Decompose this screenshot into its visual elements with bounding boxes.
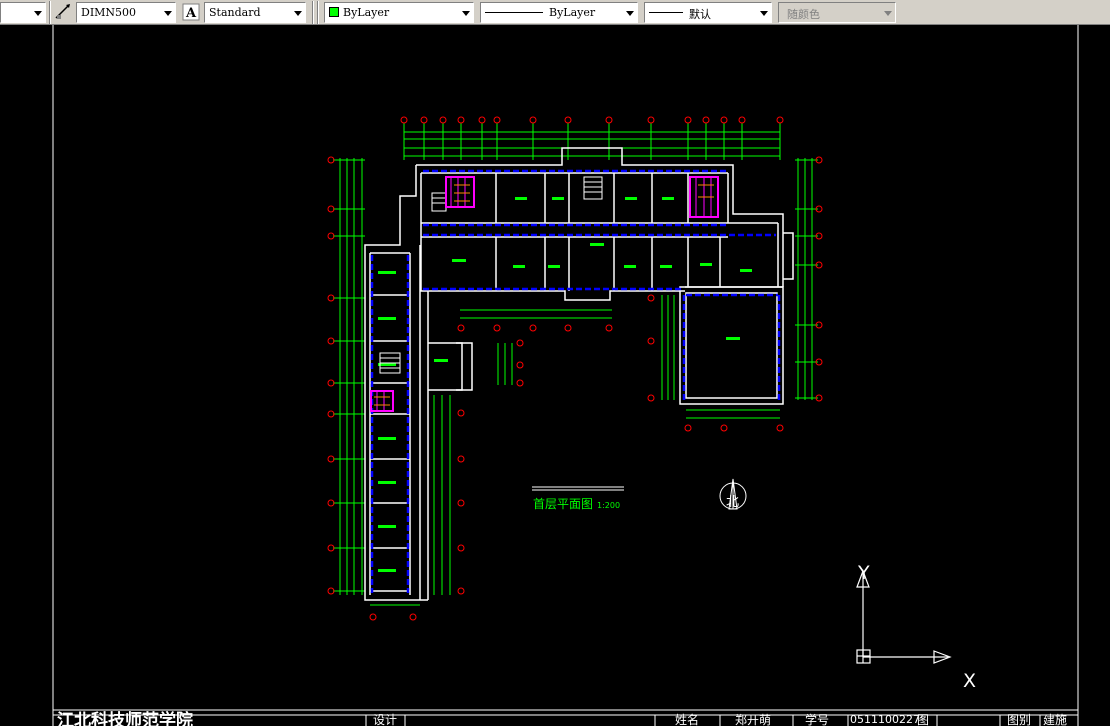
ucs-axis-icon xyxy=(856,569,952,664)
name-value: 郑开萌 xyxy=(735,713,772,726)
chevron-down-icon xyxy=(462,11,470,16)
plotstyle-value: 随颜色 xyxy=(787,8,820,21)
toolbar-separator xyxy=(317,1,319,24)
bottom-dimensions xyxy=(370,295,780,606)
discipline: 建施 xyxy=(1043,713,1068,726)
drawing-canvas[interactable]: 首层平面图 1:200 北 Y X xyxy=(0,25,1110,726)
id-label: 学号 xyxy=(805,713,830,726)
svg-text:A: A xyxy=(185,6,197,21)
north-label: 北 xyxy=(726,495,740,510)
plan-title-text: 首层平面图 xyxy=(533,497,594,511)
chevron-down-icon xyxy=(164,11,172,16)
fixtures xyxy=(374,184,714,406)
dimension-style-icon[interactable] xyxy=(54,3,72,21)
color-value: ByLayer xyxy=(343,6,390,19)
chevron-down-icon xyxy=(884,11,892,16)
drawing-label: 图 xyxy=(917,713,930,726)
school-name: 江北科技师范学院 xyxy=(57,711,193,726)
textstyle-value: Standard xyxy=(209,6,261,19)
plan-title: 首层平面图 1:200 xyxy=(533,495,620,512)
drawing-no-label: 图别 xyxy=(1007,713,1032,726)
linetype-value: ByLayer xyxy=(549,6,596,19)
dimstyle-dropdown[interactable]: DIMN500 xyxy=(76,2,176,23)
linetype-dropdown[interactable]: ByLayer xyxy=(480,2,638,23)
wall-hatch xyxy=(370,169,781,593)
textstyle-dropdown[interactable]: Standard xyxy=(204,2,306,23)
toolbar-separator xyxy=(312,1,314,24)
left-axis-bubbles xyxy=(327,156,335,595)
sheet-border xyxy=(52,25,1079,726)
id-value: 0511100227 xyxy=(850,713,920,726)
title-underline xyxy=(532,486,624,491)
plan-scale: 1:200 xyxy=(597,501,621,510)
title-block: 江北科技师范学院 设计 姓名 郑开萌 学号 0511100227 图 图别 建施 xyxy=(53,711,1078,726)
properties-toolbar: DIMN500 A Standard ByLayer ByLayer 默认 随颜… xyxy=(0,0,1110,25)
right-dimensions xyxy=(795,158,818,400)
chevron-down-icon xyxy=(34,11,42,16)
top-axis-bubbles xyxy=(400,116,784,124)
toolbar-separator xyxy=(49,1,51,24)
lineweight-value: 默认 xyxy=(689,8,711,21)
design-label: 设计 xyxy=(373,713,398,726)
lineweight-sample xyxy=(649,12,683,13)
linetype-sample xyxy=(485,12,543,13)
ucs-y-label: Y xyxy=(858,562,870,584)
text-style-icon[interactable]: A xyxy=(182,3,200,21)
left-dimensions xyxy=(333,158,365,595)
floor-plan-drawing xyxy=(52,25,1079,726)
ucs-x-label: X xyxy=(963,670,977,692)
lineweight-dropdown[interactable]: 默认 xyxy=(644,2,772,23)
dimstyle-value: DIMN500 xyxy=(81,6,137,19)
right-axis-bubbles xyxy=(815,156,823,402)
chevron-down-icon xyxy=(760,11,768,16)
building-walls xyxy=(364,147,794,601)
partial-dropdown[interactable] xyxy=(0,2,46,23)
color-swatch xyxy=(329,7,339,17)
plotstyle-dropdown: 随颜色 xyxy=(778,2,896,23)
top-dimensions xyxy=(403,123,781,160)
color-dropdown[interactable]: ByLayer xyxy=(324,2,474,23)
chevron-down-icon xyxy=(626,11,634,16)
name-label: 姓名 xyxy=(675,713,700,726)
chevron-down-icon xyxy=(294,11,302,16)
